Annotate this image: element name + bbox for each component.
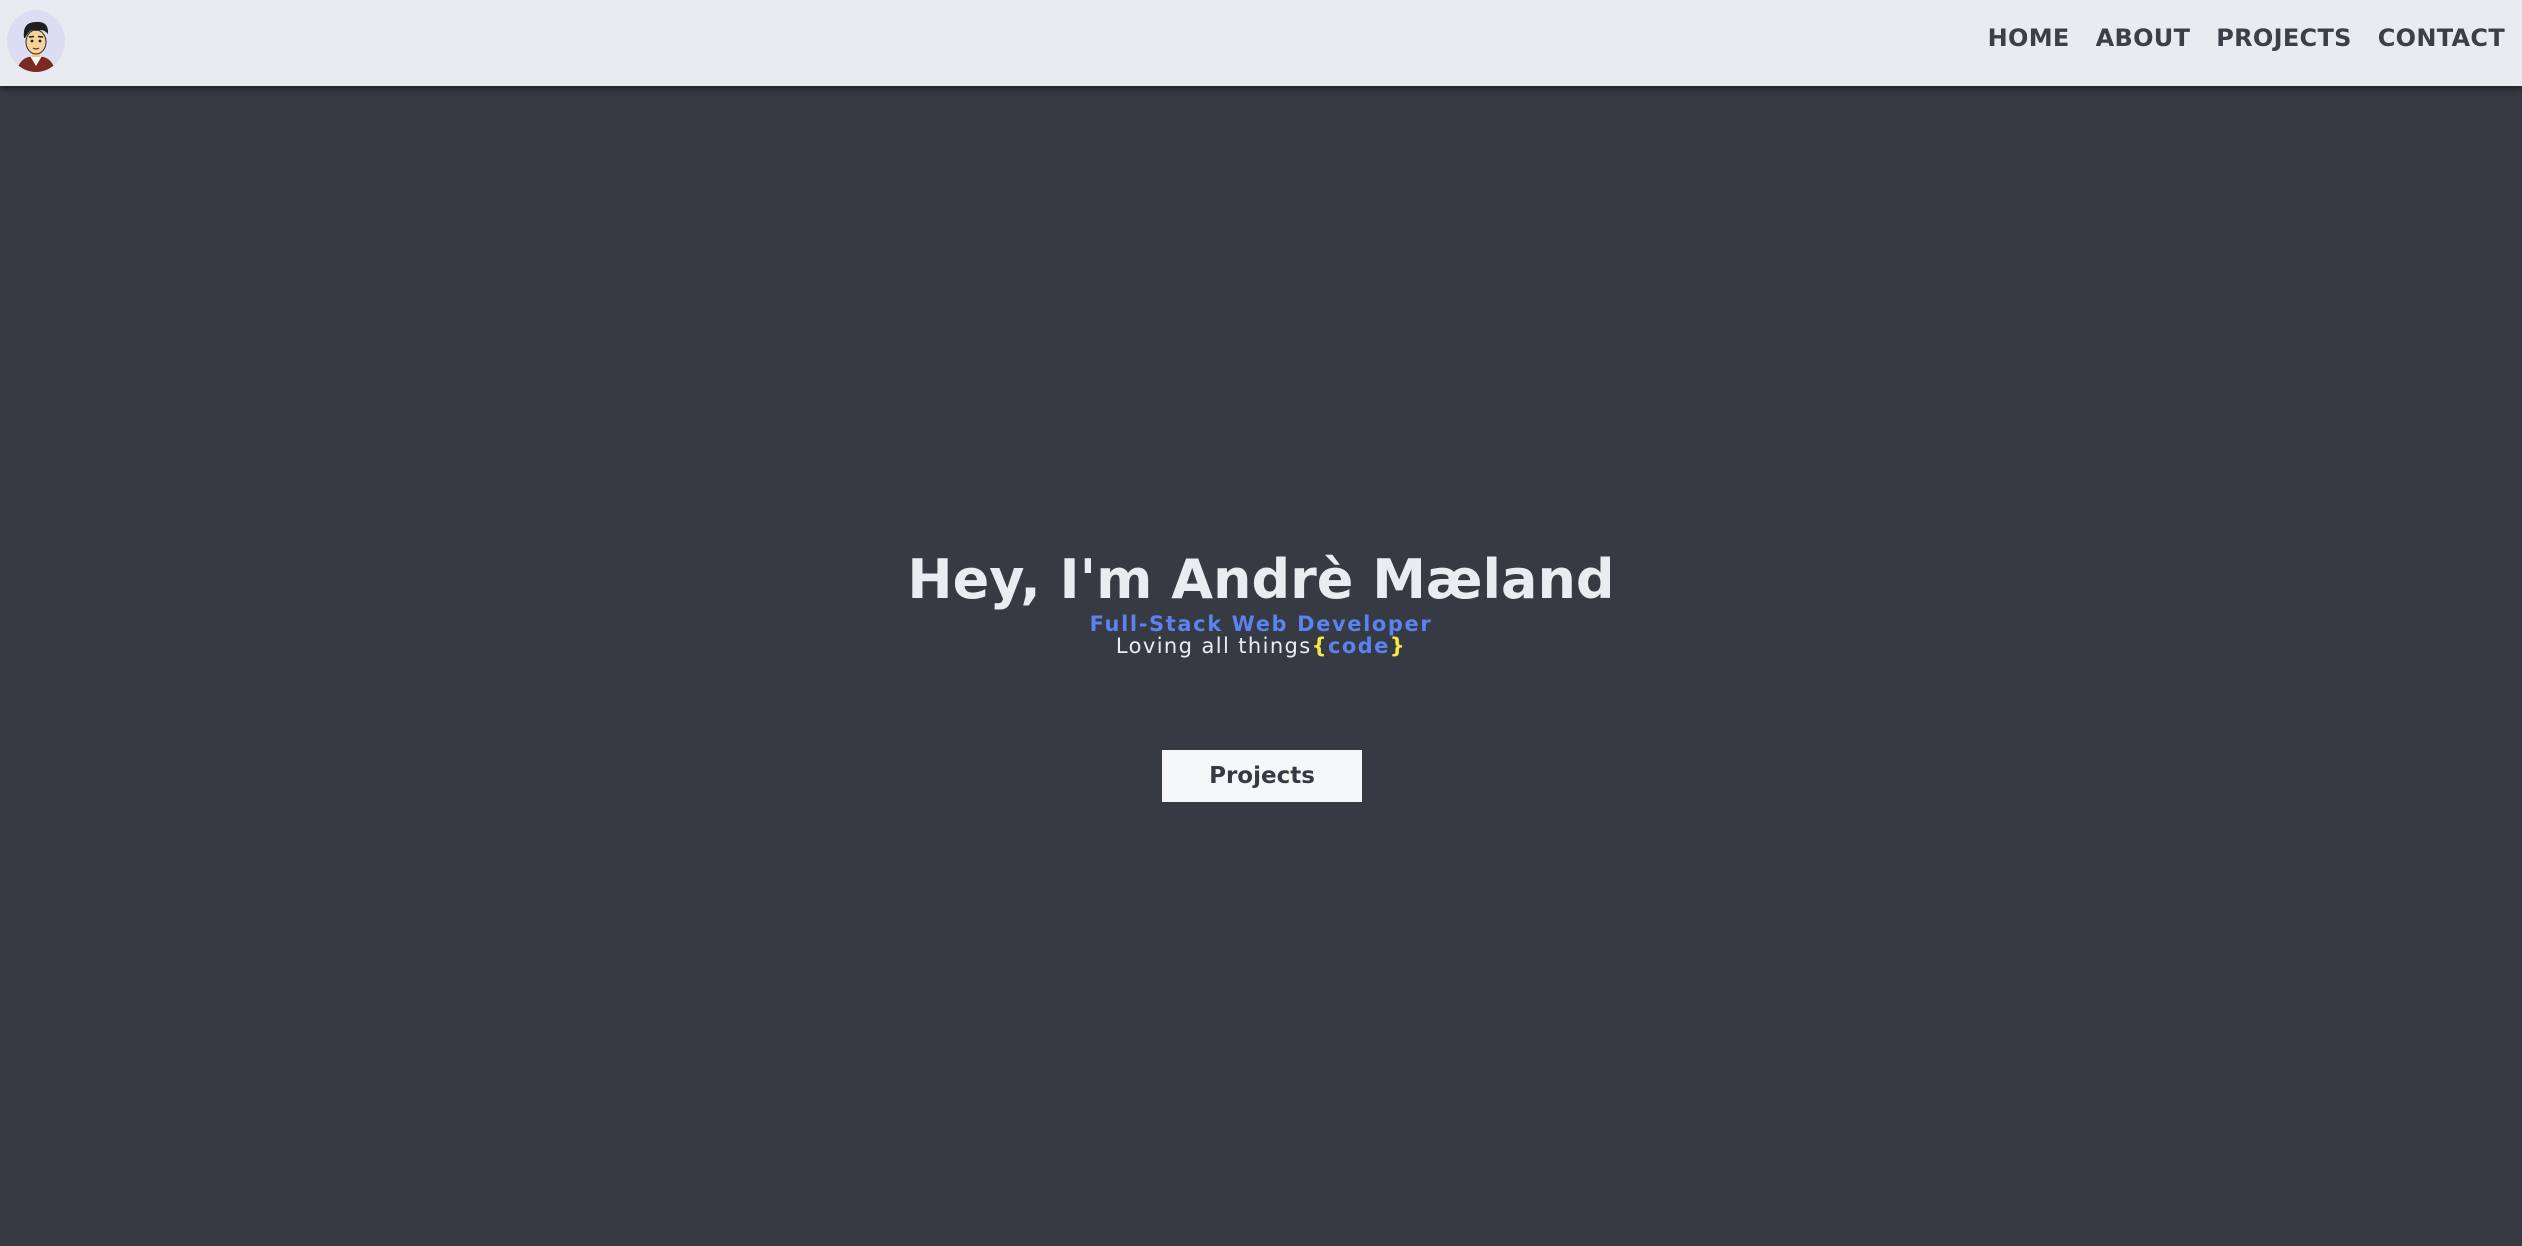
open-brace: { bbox=[1311, 634, 1328, 659]
avatar-logo[interactable] bbox=[7, 10, 65, 72]
tagline-prefix: Loving all things bbox=[1115, 634, 1312, 659]
hero-subtitle: Full-Stack Web Developer bbox=[1089, 612, 1433, 637]
nav-contact-link[interactable]: CONTACT bbox=[2378, 24, 2505, 52]
cartoon-avatar-icon bbox=[7, 12, 65, 72]
nav-projects-link[interactable]: PROJECTS bbox=[2216, 24, 2351, 52]
hero-tagline: Loving all things{code} bbox=[0, 635, 2522, 658]
nav-about-link[interactable]: ABOUT bbox=[2096, 24, 2191, 52]
close-brace: } bbox=[1389, 634, 1407, 659]
code-word: code bbox=[1327, 634, 1390, 659]
hero-text: Hey, I'm Andrè Mæland Full-Stack Web Dev… bbox=[0, 550, 2522, 659]
navbar: HOME ABOUT PROJECTS CONTACT bbox=[0, 0, 2522, 86]
nav-home-link[interactable]: HOME bbox=[1988, 24, 2070, 52]
main-nav: HOME ABOUT PROJECTS CONTACT bbox=[1988, 24, 2505, 52]
hero-title: Hey, I'm Andrè Mæland bbox=[907, 548, 1615, 611]
projects-button[interactable]: Projects bbox=[1162, 750, 1362, 802]
